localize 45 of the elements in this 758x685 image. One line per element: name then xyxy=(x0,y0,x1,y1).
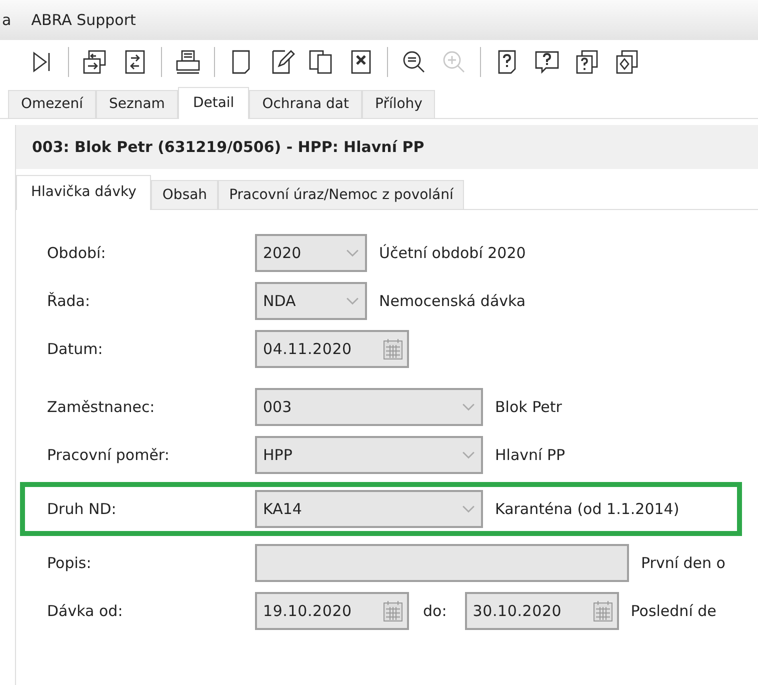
dropdown[interactable]: NDA xyxy=(255,282,367,320)
chevron-down-icon xyxy=(462,402,475,412)
text-field[interactable] xyxy=(255,544,629,582)
field-label: do: xyxy=(423,602,447,620)
field-label: Druh ND: xyxy=(47,500,118,518)
field-label: Pracovní poměr: xyxy=(47,446,170,464)
calendar-icon xyxy=(383,337,403,361)
field-label: Popis: xyxy=(47,554,92,572)
tab[interactable]: Hlavička dávky xyxy=(16,175,152,210)
field-label: Datum: xyxy=(47,340,104,358)
tab[interactable]: Pracovní úraz/Nemoc z povolání xyxy=(218,180,464,209)
chevron-down-icon xyxy=(346,248,359,258)
tab[interactable]: Omezení xyxy=(8,90,96,118)
dropdown[interactable]: 2020 xyxy=(255,234,367,272)
dropdown[interactable]: HPP xyxy=(255,436,483,474)
tab[interactable]: Přílohy xyxy=(362,90,436,118)
dropdown[interactable]: 003 xyxy=(255,388,483,426)
field-description: Blok Petr xyxy=(495,398,562,416)
field-description: Karanténa (od 1.1.2014) xyxy=(495,500,680,518)
print-icon[interactable] xyxy=(174,48,202,76)
menu-item[interactable]: ABRA Support xyxy=(31,11,136,29)
chevron-down-icon xyxy=(462,504,475,514)
field-label: Dávka od: xyxy=(47,602,124,620)
calendar-icon xyxy=(383,599,403,623)
date-field[interactable]: 19.10.2020 xyxy=(255,592,409,630)
field-description: Nemocenská dávka xyxy=(379,292,526,310)
field-description: Poslední de xyxy=(630,602,716,620)
field-label: Řada: xyxy=(47,292,92,310)
date-field[interactable]: 04.11.2020 xyxy=(255,330,409,368)
menu-item[interactable]: a xyxy=(2,11,12,29)
field-description: Hlavní PP xyxy=(495,446,566,464)
field-description: Účetní období 2020 xyxy=(379,244,526,262)
tab[interactable]: Ochrana dat xyxy=(249,90,362,118)
date-field[interactable]: 30.10.2020 xyxy=(464,592,619,630)
tab[interactable]: Seznam xyxy=(96,90,178,118)
dropdown[interactable]: KA14 xyxy=(255,490,483,528)
field-description: První den o xyxy=(641,554,726,572)
tab[interactable]: Obsah xyxy=(151,180,218,209)
calendar-icon xyxy=(592,599,613,623)
record-title: 003: Blok Petr (631219/0506) - HPP: Hlavní PP xyxy=(32,138,424,156)
field-label: Období: xyxy=(47,244,107,262)
chevron-down-icon xyxy=(346,296,359,306)
chevron-down-icon xyxy=(462,450,475,460)
field-label: Zaměstnanec: xyxy=(47,398,156,416)
tab[interactable]: Detail xyxy=(178,87,250,119)
